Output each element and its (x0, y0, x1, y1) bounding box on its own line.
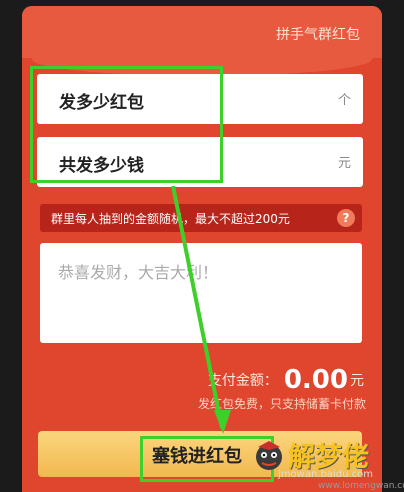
mascot-icon (256, 441, 282, 470)
blessing-message-input[interactable]: 恭喜发财，大吉大利！ (40, 243, 362, 343)
card-title: 拼手气群红包 (276, 27, 360, 43)
hint-text: 群里每人抽到的金额随机，最大不超过200元 (51, 212, 290, 226)
payment-notice: 发红包免费，只支持储蓄卡付款 (197, 397, 366, 411)
help-icon[interactable]: ? (337, 209, 355, 227)
amount-unit: 元 (337, 156, 351, 171)
watermark: 解梦佬 jmowan.baidu.com www.lomengwan.com (246, 432, 404, 491)
payment-amount: 0.00 (283, 365, 348, 395)
watermark-url: jmowan.baidu.com (278, 469, 373, 480)
watermark-url-2: www.lomengwan.com (318, 481, 404, 491)
payment-unit: 元 (350, 373, 364, 389)
payment-label: 支付金额： (207, 373, 278, 389)
annotation-box-inputs (30, 66, 223, 183)
count-unit: 个 (337, 93, 351, 108)
payment-summary: 支付金额： 0.00 元 (208, 365, 364, 395)
random-amount-hint: 群里每人抽到的金额随机，最大不超过200元 ? (40, 204, 362, 232)
message-placeholder: 恭喜发财，大吉大利！ (58, 263, 219, 282)
